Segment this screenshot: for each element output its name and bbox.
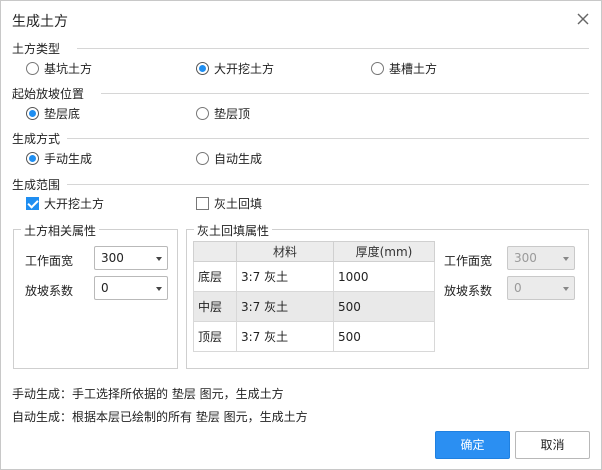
table-row[interactable]: 中层 3:7 灰土 500 bbox=[193, 291, 435, 322]
radio-label: 垫层底 bbox=[44, 107, 81, 121]
radio-indicator bbox=[371, 62, 384, 75]
column-header: 厚度(mm) bbox=[333, 241, 435, 262]
work-width-select[interactable]: 300 bbox=[94, 246, 168, 270]
work-width-label: 工作面宽 bbox=[25, 254, 74, 268]
section-divider bbox=[101, 93, 589, 94]
section-divider bbox=[67, 184, 589, 185]
section-divider bbox=[77, 48, 589, 49]
thickness-cell[interactable]: 500 bbox=[333, 321, 435, 352]
backfill-slope-coefficient-label: 放坡系数 bbox=[444, 284, 493, 298]
select-value: 0 bbox=[514, 281, 522, 295]
manual-generate-note: 手动生成：手工选择所依据的 垫层 图元，生成土方 bbox=[12, 387, 284, 401]
backfill-slope-coefficient-select: 0 bbox=[507, 276, 575, 300]
select-value: 0 bbox=[101, 281, 109, 295]
generate-earthwork-dialog: 生成土方 土方类型 基坑土方 大开挖土方 基槽土方 起始放坡位置 垫层底 垫层顶… bbox=[0, 0, 602, 470]
ok-button[interactable]: 确定 bbox=[435, 431, 510, 459]
radio-label: 大开挖土方 bbox=[214, 62, 275, 76]
thickness-cell[interactable]: 1000 bbox=[333, 261, 435, 292]
radio-foundation-pit[interactable]: 基坑土方 bbox=[26, 60, 92, 77]
select-value: 300 bbox=[514, 251, 537, 265]
layer-cell: 中层 bbox=[193, 291, 237, 322]
radio-foundation-trench[interactable]: 基槽土方 bbox=[371, 60, 437, 77]
radio-auto-generate[interactable]: 自动生成 bbox=[196, 150, 262, 167]
thickness-cell[interactable]: 500 bbox=[333, 291, 435, 322]
slope-coefficient-select[interactable]: 0 bbox=[94, 276, 168, 300]
cancel-button[interactable]: 取消 bbox=[515, 431, 590, 459]
backfill-work-width-label: 工作面宽 bbox=[444, 254, 493, 268]
column-header bbox=[193, 241, 237, 262]
chevron-down-icon bbox=[156, 287, 162, 291]
slope-start-label: 起始放坡位置 bbox=[12, 87, 85, 101]
checkbox-indicator bbox=[196, 197, 209, 210]
material-cell[interactable]: 3:7 灰土 bbox=[236, 321, 334, 352]
checkbox-large-excavation[interactable]: 大开挖土方 bbox=[26, 195, 104, 212]
layer-cell: 底层 bbox=[193, 261, 237, 292]
auto-generate-note: 自动生成：根据本层已绘制的所有 垫层 图元，生成土方 bbox=[12, 410, 308, 424]
select-value: 300 bbox=[101, 251, 124, 265]
table-header-row: 材料 厚度(mm) bbox=[193, 241, 435, 262]
radio-indicator-selected bbox=[196, 62, 209, 75]
chevron-down-icon bbox=[156, 257, 162, 261]
radio-indicator bbox=[196, 152, 209, 165]
radio-label: 垫层顶 bbox=[214, 107, 251, 121]
radio-cushion-top[interactable]: 垫层顶 bbox=[196, 105, 250, 122]
gen-range-label: 生成范围 bbox=[12, 178, 61, 192]
radio-cushion-bottom[interactable]: 垫层底 bbox=[26, 105, 80, 122]
backfill-work-width-select: 300 bbox=[507, 246, 575, 270]
earthwork-properties-title: 土方相关属性 bbox=[21, 222, 100, 239]
radio-manual-generate[interactable]: 手动生成 bbox=[26, 150, 92, 167]
radio-indicator bbox=[196, 107, 209, 120]
material-cell[interactable]: 3:7 灰土 bbox=[236, 261, 334, 292]
checkbox-label: 灰土回填 bbox=[214, 197, 263, 211]
checkbox-indicator-checked bbox=[26, 197, 39, 210]
layer-cell: 顶层 bbox=[193, 321, 237, 352]
earthwork-type-label: 土方类型 bbox=[12, 42, 61, 56]
chevron-down-icon bbox=[563, 287, 569, 291]
radio-indicator-selected bbox=[26, 152, 39, 165]
backfill-properties-title: 灰土回填属性 bbox=[194, 222, 273, 239]
close-icon[interactable] bbox=[575, 11, 591, 27]
radio-large-excavation[interactable]: 大开挖土方 bbox=[196, 60, 274, 77]
checkbox-label: 大开挖土方 bbox=[44, 197, 105, 211]
section-divider bbox=[67, 138, 589, 139]
table-row[interactable]: 顶层 3:7 灰土 500 bbox=[193, 321, 435, 352]
gen-mode-label: 生成方式 bbox=[12, 132, 61, 146]
radio-indicator bbox=[26, 62, 39, 75]
table-row[interactable]: 底层 3:7 灰土 1000 bbox=[193, 261, 435, 292]
radio-indicator-selected bbox=[26, 107, 39, 120]
radio-label: 自动生成 bbox=[214, 152, 263, 166]
dialog-title: 生成土方 bbox=[12, 14, 68, 30]
radio-label: 基坑土方 bbox=[44, 62, 93, 76]
radio-label: 基槽土方 bbox=[389, 62, 438, 76]
slope-coefficient-label: 放坡系数 bbox=[25, 284, 74, 298]
checkbox-lime-soil-backfill[interactable]: 灰土回填 bbox=[196, 195, 262, 212]
column-header: 材料 bbox=[236, 241, 334, 262]
material-cell[interactable]: 3:7 灰土 bbox=[236, 291, 334, 322]
backfill-layers-table: 材料 厚度(mm) 底层 3:7 灰土 1000 中层 3:7 灰土 500 顶… bbox=[193, 241, 435, 352]
chevron-down-icon bbox=[563, 257, 569, 261]
radio-label: 手动生成 bbox=[44, 152, 93, 166]
